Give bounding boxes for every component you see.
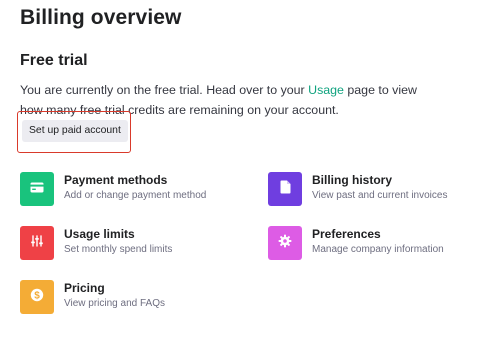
card-subtitle: Manage company information (312, 244, 444, 255)
gear-icon (278, 234, 292, 253)
card-icon-bg (20, 172, 54, 206)
card-text: Payment methods Add or change payment me… (64, 173, 206, 202)
card-text: Usage limits Set monthly spend limits (64, 227, 172, 256)
card-subtitle: View pricing and FAQs (64, 298, 165, 309)
sliders-icon (30, 234, 44, 252)
card-payment-methods[interactable]: Payment methods Add or change payment me… (20, 172, 206, 206)
page-title: Billing overview (20, 6, 182, 29)
card-title: Usage limits (64, 227, 135, 241)
dollar-icon: $ (30, 288, 44, 307)
card-text: Pricing View pricing and FAQs (64, 281, 165, 310)
svg-text:$: $ (34, 290, 40, 301)
card-subtitle: View past and current invoices (312, 190, 448, 201)
description-text-start: You are currently on the free trial. Hea… (20, 83, 309, 97)
credit-card-icon (30, 180, 44, 198)
section-title: Free trial (20, 52, 88, 69)
card-billing-history[interactable]: Billing history View past and current in… (268, 172, 447, 206)
card-subtitle: Add or change payment method (64, 190, 207, 201)
card-title: Billing history (312, 173, 393, 187)
card-pricing[interactable]: $ Pricing View pricing and FAQs (20, 280, 165, 314)
card-icon-bg (268, 226, 302, 260)
setup-paid-account-button[interactable]: Set up paid account (22, 120, 128, 142)
card-usage-limits[interactable]: Usage limits Set monthly spend limits (20, 226, 172, 260)
card-subtitle: Set monthly spend limits (64, 244, 173, 255)
card-icon-bg (268, 172, 302, 206)
card-title: Preferences (312, 227, 381, 241)
card-preferences[interactable]: Preferences Manage company information (268, 226, 444, 260)
document-icon (280, 180, 291, 199)
card-icon-bg: $ (20, 280, 54, 314)
card-text: Preferences Manage company information (312, 227, 444, 256)
usage-link[interactable]: Usage (308, 83, 344, 97)
card-title: Payment methods (64, 173, 168, 187)
card-title: Pricing (64, 281, 105, 295)
card-icon-bg (20, 226, 54, 260)
card-text: Billing history View past and current in… (312, 173, 447, 202)
